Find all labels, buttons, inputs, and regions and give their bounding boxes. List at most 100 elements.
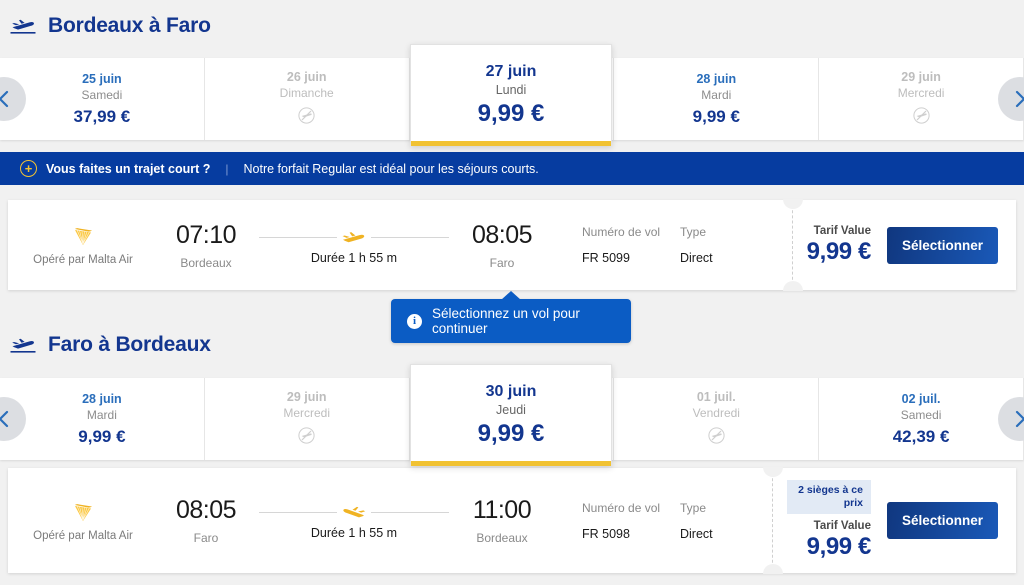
date-label: 27 juin bbox=[485, 63, 537, 80]
outbound-section-header: Bordeaux à Faro bbox=[0, 14, 211, 38]
flight-type-label: Type bbox=[680, 500, 707, 515]
arrival-time: 11:00 bbox=[472, 496, 532, 524]
date-cell-4[interactable]: 29 juin Mercredi bbox=[819, 58, 1024, 140]
fare-label: Tarif Value bbox=[813, 520, 871, 533]
tooltip-text: Sélectionnez un vol pour continuer bbox=[432, 306, 580, 336]
duration-line bbox=[259, 501, 449, 523]
duration-block: Durée 1 h 55 m bbox=[254, 226, 454, 265]
inbound-section-header: Faro à Bordeaux bbox=[0, 333, 211, 357]
departure-city: Bordeaux bbox=[180, 255, 232, 270]
flight-number-block: Numéro de vol FR 5098 bbox=[582, 501, 680, 541]
date-label: 29 juin bbox=[901, 69, 941, 84]
chevron-right-icon bbox=[1015, 90, 1024, 108]
flight-type-value: Direct bbox=[680, 526, 713, 541]
date-label: 28 juin bbox=[696, 71, 737, 86]
operator-block: Opéré par Malta Air bbox=[8, 224, 158, 266]
promo-banner[interactable]: + Vous faites un trajet court ? | Notre … bbox=[0, 152, 1024, 185]
date-cell-1[interactable]: 26 juin Dimanche bbox=[205, 58, 410, 140]
operator-label: Opéré par Malta Air bbox=[33, 529, 133, 542]
date-label: 29 juin bbox=[286, 389, 327, 404]
card-divider bbox=[762, 467, 783, 574]
info-icon: i bbox=[407, 313, 422, 329]
arrival-time: 08:05 bbox=[471, 220, 533, 249]
inbound-date-strip: 28 juin Mardi 9,99 € 29 juin Mercredi 01… bbox=[0, 364, 1024, 466]
return-date-cell-1[interactable]: 29 juin Mercredi bbox=[205, 378, 410, 460]
select-flight-tooltip: i Sélectionnez un vol pour continuer bbox=[391, 291, 631, 343]
return-date-cell-4[interactable]: 02 juil. Samedi 42,39 € bbox=[819, 378, 1024, 460]
plane-landing-icon bbox=[341, 504, 367, 521]
price-label: 9,99 € bbox=[477, 420, 545, 447]
departure-city: Faro bbox=[193, 531, 219, 545]
flight-type-label: Type bbox=[680, 225, 707, 239]
chevron-left-icon bbox=[0, 410, 9, 428]
chevron-left-icon bbox=[0, 90, 9, 108]
flight-number-label: Numéro de vol bbox=[582, 225, 661, 239]
seats-remaining-badge: 2 sièges à ce prix bbox=[786, 479, 871, 515]
date-cell-0[interactable]: 25 juin Samedi 37,99 € bbox=[0, 58, 205, 140]
promo-text: Notre forfait Regular est idéal pour les… bbox=[243, 161, 539, 176]
price-label: 9,99 € bbox=[692, 106, 740, 126]
price-label: 9,99 € bbox=[78, 426, 126, 446]
flight-search-results-page: Bordeaux à Faro 25 juin Samedi 37,99 € 2… bbox=[0, 0, 1024, 585]
return-date-cell-0[interactable]: 28 juin Mardi 9,99 € bbox=[0, 378, 205, 460]
promo-headline: Vous faites un trajet court ? bbox=[46, 161, 211, 176]
flight-number-label: Numéro de vol bbox=[582, 500, 661, 515]
date-cell-3[interactable]: 28 juin Mardi 9,99 € bbox=[614, 58, 820, 140]
day-label: Mardi bbox=[701, 87, 732, 102]
return-date-cell-3[interactable]: 01 juil. Vendredi bbox=[614, 378, 820, 460]
takeoff-plane-icon bbox=[10, 335, 36, 355]
page-title-inbound: Faro à Bordeaux bbox=[48, 333, 211, 356]
flight-type-value: Direct bbox=[680, 251, 713, 265]
ryanair-harp-icon bbox=[70, 500, 96, 526]
flight-number-block: Numéro de vol FR 5099 bbox=[582, 225, 680, 265]
date-label: 01 juil. bbox=[696, 389, 736, 404]
day-label: Mercredi bbox=[897, 85, 945, 100]
departure-block: 08:05 Faro bbox=[158, 496, 254, 545]
fare-price: 9,99 € bbox=[806, 237, 872, 265]
select-inbound-flight-button[interactable]: Sélectionner bbox=[886, 502, 998, 539]
day-label: Samedi bbox=[900, 407, 942, 422]
flight-number-value: FR 5099 bbox=[582, 251, 630, 265]
day-label: Samedi bbox=[81, 87, 123, 102]
operator-label: Opéré par Malta Air bbox=[33, 254, 133, 266]
flight-type-block: Type Direct bbox=[680, 225, 750, 265]
ryanair-harp-icon bbox=[70, 224, 96, 250]
flight-type-block: Type Direct bbox=[680, 501, 750, 541]
date-cell-selected-outbound[interactable]: 27 juin Lundi 9,99 € bbox=[410, 44, 612, 146]
no-flight-icon bbox=[912, 106, 930, 129]
fare-block: Tarif Value 9,99 € Sélectionner bbox=[807, 200, 1016, 290]
duration-block: Durée 1 h 55 m bbox=[254, 501, 454, 540]
fare-label: Tarif Value bbox=[813, 224, 871, 237]
date-label: 28 juin bbox=[82, 391, 122, 406]
outbound-date-strip: 25 juin Samedi 37,99 € 26 juin Dimanche … bbox=[0, 44, 1024, 146]
promo-separator: | bbox=[225, 161, 229, 176]
fare-price: 9,99 € bbox=[806, 533, 872, 561]
operator-block: Opéré par Malta Air bbox=[8, 500, 158, 542]
date-label: 25 juin bbox=[82, 71, 122, 86]
arrival-city: Faro bbox=[489, 255, 515, 270]
date-cell-selected-inbound[interactable]: 30 juin Jeudi 9,99 € bbox=[410, 364, 612, 466]
tooltip-arrow bbox=[501, 291, 521, 300]
inbound-flight-card: Opéré par Malta Air 08:05 Faro Durée 1 h… bbox=[8, 467, 1016, 574]
price-label: 9,99 € bbox=[477, 100, 545, 127]
date-label: 02 juil. bbox=[901, 391, 941, 406]
plus-icon: + bbox=[20, 160, 37, 177]
departure-time: 08:05 bbox=[175, 496, 237, 524]
no-flight-icon bbox=[298, 426, 315, 449]
duration-text: Durée 1 h 55 m bbox=[310, 250, 398, 265]
fare-block: 2 sièges à ce prix Tarif Value 9,99 € Sé… bbox=[786, 468, 1016, 573]
date-label: 26 juin bbox=[286, 69, 327, 84]
price-label: 37,99 € bbox=[73, 106, 131, 126]
chevron-right-icon bbox=[1015, 410, 1024, 428]
price-label: 42,39 € bbox=[892, 426, 950, 446]
select-outbound-flight-button[interactable]: Sélectionner bbox=[886, 226, 998, 264]
day-label: Vendredi bbox=[692, 405, 740, 420]
date-label: 30 juin bbox=[485, 383, 537, 400]
selected-underline bbox=[411, 141, 611, 146]
arrival-block: 08:05 Faro bbox=[454, 221, 550, 270]
day-label: Lundi bbox=[495, 83, 527, 97]
flight-number-value: FR 5098 bbox=[582, 526, 630, 541]
outbound-flight-card: Opéré par Malta Air 07:10 Bordeaux Durée… bbox=[8, 199, 1016, 291]
duration-text: Durée 1 h 55 m bbox=[310, 526, 398, 540]
card-divider bbox=[782, 199, 803, 291]
